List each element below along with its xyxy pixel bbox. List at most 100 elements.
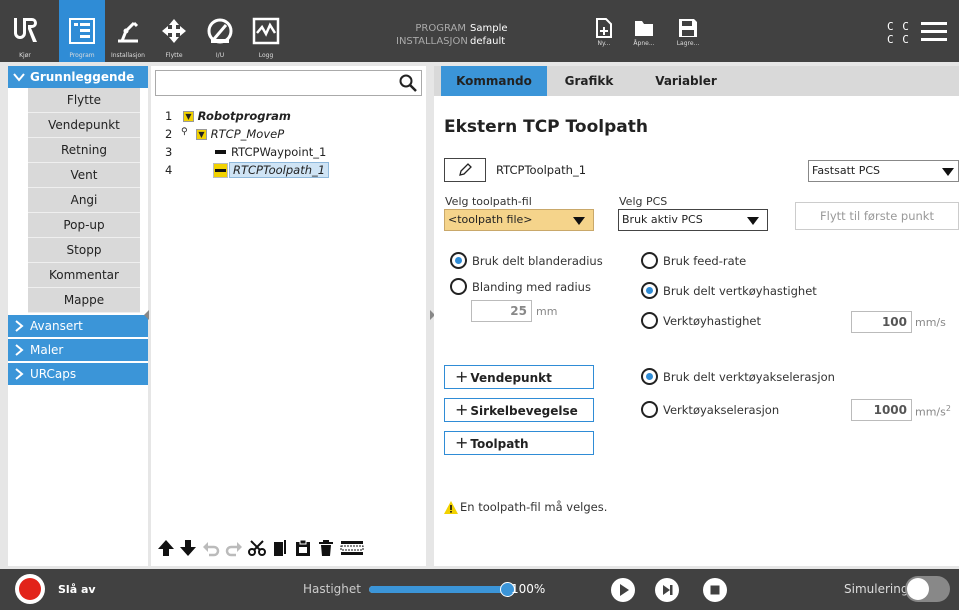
play-icon bbox=[611, 578, 635, 602]
move-down-icon[interactable] bbox=[179, 539, 197, 557]
toolpath-file-caption: Velg toolpath-fil bbox=[445, 195, 532, 208]
delete-icon[interactable] bbox=[317, 539, 335, 557]
node-set[interactable]: Angi bbox=[28, 188, 140, 213]
cc-indicator-2: C C bbox=[887, 33, 910, 46]
redo-icon[interactable] bbox=[225, 539, 243, 557]
play-button[interactable] bbox=[611, 578, 635, 602]
warning-icon bbox=[444, 501, 458, 514]
nav-io[interactable]: I/U bbox=[197, 0, 243, 62]
radio-indicator bbox=[641, 312, 658, 329]
node-folder[interactable]: Mappe bbox=[28, 288, 140, 313]
add-circle-label: Sirkelbevegelse bbox=[470, 404, 578, 418]
stop-button[interactable] bbox=[703, 578, 727, 602]
tool-speed-radio[interactable]: Verktøyhastighet bbox=[641, 312, 761, 330]
move-up-icon[interactable] bbox=[157, 539, 175, 557]
category-templates[interactable]: Maler bbox=[8, 339, 148, 361]
node-comment[interactable]: Kommentar bbox=[28, 263, 140, 288]
program-name: Sample bbox=[470, 23, 508, 34]
installation-name: default bbox=[470, 36, 506, 47]
tree-node-label: RTCPWaypoint_1 bbox=[231, 145, 327, 159]
node-popup[interactable]: Pop-up bbox=[28, 213, 140, 238]
save-program-button[interactable]: Lagre... bbox=[668, 18, 708, 47]
add-waypoint-label: Vendepunkt bbox=[470, 371, 552, 385]
blend-radius-input[interactable]: 25 bbox=[471, 300, 532, 322]
suppress-icon[interactable] bbox=[340, 539, 364, 557]
add-toolpath-button[interactable]: + Toolpath bbox=[444, 431, 594, 455]
nav-installation[interactable]: Installasjon bbox=[105, 0, 151, 62]
nav-program[interactable]: Program bbox=[59, 0, 105, 62]
pencil-icon bbox=[459, 163, 472, 176]
tool-accel-radio[interactable]: Verktøyakselerasjon bbox=[641, 401, 779, 419]
speed-slider-track[interactable] bbox=[369, 582, 515, 597]
toolpath-file-dropdown[interactable]: <toolpath file> bbox=[444, 209, 594, 231]
tab-command[interactable]: Kommando bbox=[441, 66, 547, 96]
move-to-first-point-button[interactable]: Flytt til første punkt bbox=[795, 202, 959, 230]
step-icon bbox=[655, 578, 679, 602]
blend-radius-radio[interactable]: Blanding med radius bbox=[450, 278, 591, 296]
nav-log[interactable]: Logg bbox=[243, 0, 289, 62]
tab-strip: Kommando Grafikk Variabler bbox=[434, 66, 959, 96]
category-urcaps[interactable]: URCaps bbox=[8, 363, 148, 385]
folder-icon bbox=[635, 21, 653, 36]
add-toolpath-label: Toolpath bbox=[470, 437, 529, 451]
category-basic[interactable]: Grunnleggende bbox=[8, 66, 148, 88]
collapse-left-handle[interactable] bbox=[143, 309, 151, 321]
paste-icon[interactable] bbox=[294, 539, 312, 557]
nav-label-move: Flytte bbox=[165, 52, 183, 59]
pcs-dropdown[interactable]: Bruk aktiv PCS bbox=[618, 209, 768, 231]
node-direction-label: Retning bbox=[60, 143, 108, 157]
category-templates-label: Maler bbox=[30, 343, 64, 357]
nav-label-installation: Installasjon bbox=[110, 52, 145, 59]
undo-icon[interactable] bbox=[202, 539, 220, 557]
copy-icon[interactable] bbox=[271, 539, 289, 557]
node-move[interactable]: Flytte bbox=[28, 88, 140, 113]
tool-speed-input[interactable]: 100 bbox=[851, 311, 912, 333]
tool-accel-input[interactable]: 1000 bbox=[851, 399, 912, 421]
add-circle-move-button[interactable]: + Sirkelbevegelse bbox=[444, 398, 594, 422]
shared-speed-label: Bruk delt vertkøyhastighet bbox=[663, 284, 817, 298]
open-program-button[interactable]: Åpne... bbox=[624, 18, 664, 47]
new-program-button[interactable]: Ny... bbox=[584, 18, 624, 47]
tree-toolbar bbox=[151, 532, 426, 565]
node-wait[interactable]: Vent bbox=[28, 163, 140, 188]
tree-search-input[interactable] bbox=[155, 70, 422, 96]
tab-variables[interactable]: Variabler bbox=[631, 66, 741, 96]
step-button[interactable] bbox=[655, 578, 679, 602]
chevron-right-icon bbox=[15, 368, 24, 380]
top-bar: Kjør Program Installasjon Flytte I/U Log… bbox=[0, 0, 959, 62]
shared-accel-radio[interactable]: Bruk delt verktøyakselerasjon bbox=[641, 368, 835, 386]
bottom-bar: Slå av Hastighet 100% Simulering bbox=[0, 569, 959, 610]
open-label: Åpne... bbox=[633, 40, 655, 47]
simulation-toggle[interactable] bbox=[905, 576, 950, 602]
category-advanced-label: Avansert bbox=[30, 319, 83, 333]
blend-shared-radio[interactable]: Bruk delt blanderadius bbox=[450, 252, 603, 270]
shared-speed-radio[interactable]: Bruk delt vertkøyhastighet bbox=[641, 282, 817, 300]
rename-button[interactable] bbox=[444, 158, 486, 182]
waypoint-icon bbox=[215, 150, 226, 154]
node-stop[interactable]: Stopp bbox=[28, 238, 140, 263]
tool-accel-label: Verktøyakselerasjon bbox=[663, 403, 780, 417]
category-advanced[interactable]: Avansert bbox=[8, 315, 148, 337]
power-button[interactable] bbox=[15, 574, 45, 604]
collapse-toggle-icon[interactable]: ▼ bbox=[196, 129, 207, 140]
feed-rate-radio[interactable]: Bruk feed-rate bbox=[641, 252, 746, 270]
program-icon bbox=[69, 18, 95, 44]
tab-graphics[interactable]: Grafikk bbox=[547, 66, 631, 96]
speed-label: Hastighet bbox=[303, 582, 361, 596]
feed-rate-label: Bruk feed-rate bbox=[663, 254, 747, 268]
pcs-mode-dropdown[interactable]: Fastsatt PCS bbox=[808, 160, 959, 182]
tool-accel-unit-base: mm/s bbox=[915, 405, 946, 419]
node-name: RTCPToolpath_1 bbox=[496, 163, 587, 177]
cut-icon[interactable] bbox=[248, 539, 266, 557]
speed-slider-fill bbox=[369, 586, 508, 593]
hamburger-menu-icon[interactable] bbox=[921, 21, 947, 43]
nav-label-program: Program bbox=[69, 52, 95, 59]
search-icon[interactable] bbox=[399, 74, 417, 92]
move-arrows-icon bbox=[162, 19, 186, 43]
node-waypoint[interactable]: Vendepunkt bbox=[28, 113, 140, 138]
tree-node-rtcp-toolpath[interactable]: 4 RTCPToolpath_1 bbox=[165, 162, 425, 178]
collapse-toggle-icon[interactable]: ▼ bbox=[183, 111, 194, 122]
add-waypoint-button[interactable]: + Vendepunkt bbox=[444, 365, 594, 389]
nav-move[interactable]: Flytte bbox=[151, 0, 197, 62]
node-direction[interactable]: Retning bbox=[28, 138, 140, 163]
